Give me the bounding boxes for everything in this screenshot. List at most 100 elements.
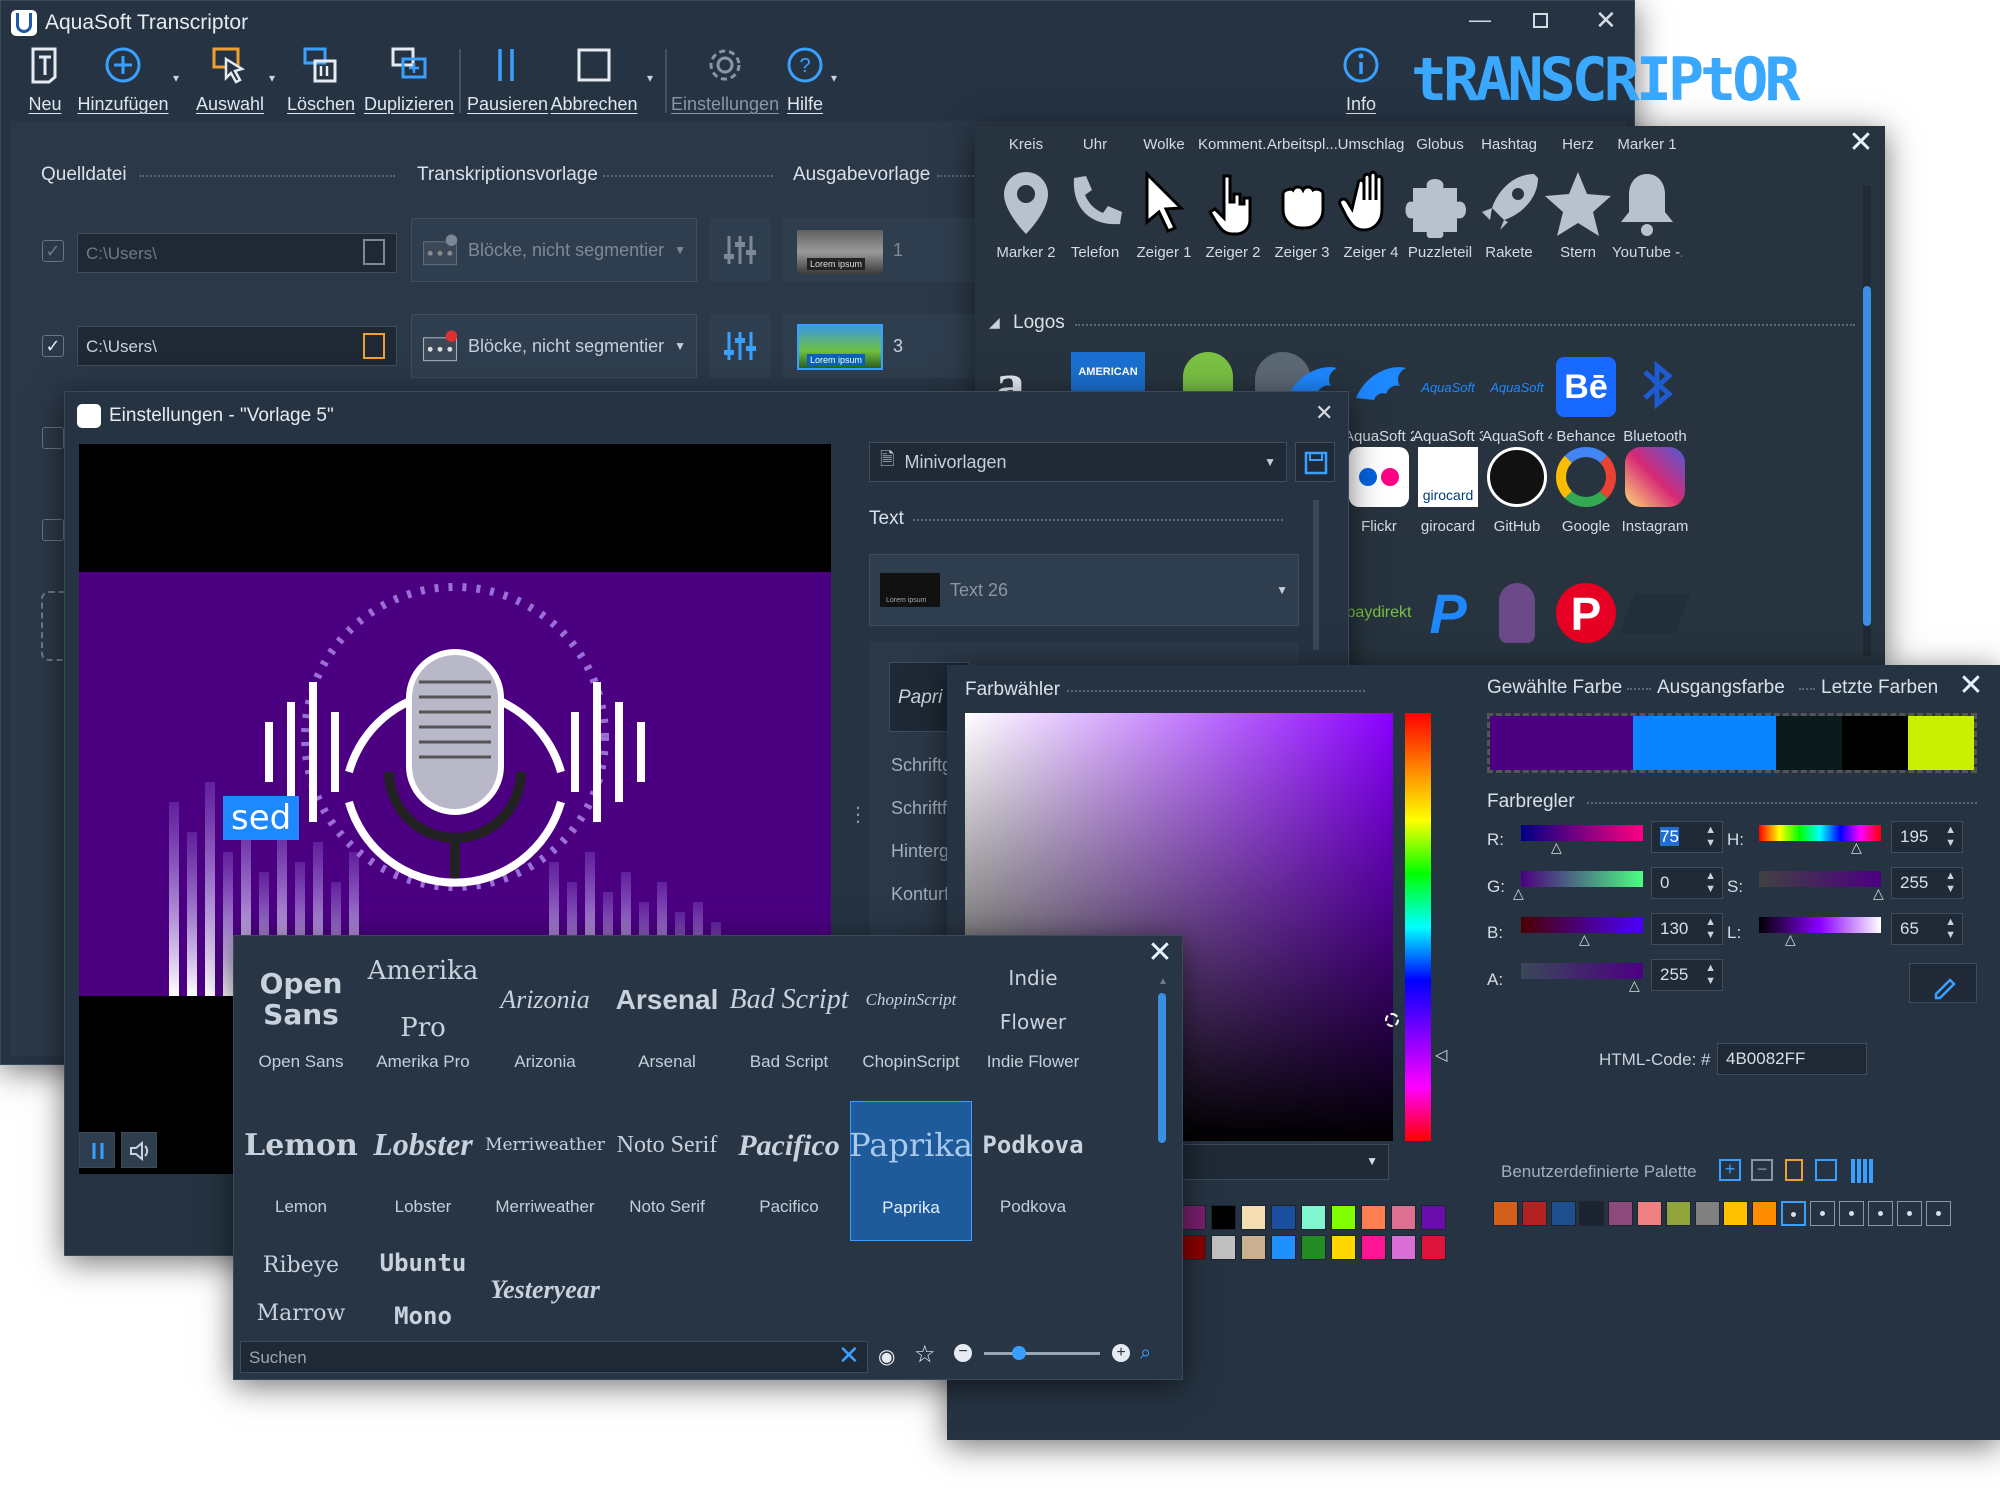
empty-palette-slot[interactable] [1897,1201,1922,1226]
scrollbar-track[interactable]: ▲ [1158,976,1168,1316]
zoom-search-icon[interactable]: ⌕ [1140,1342,1151,1365]
empty-palette-slot[interactable] [1839,1201,1864,1226]
palette-swatch[interactable] [1752,1201,1778,1226]
close-color-panel-button[interactable]: ✕ [1957,671,1985,701]
logo-item[interactable]: AquaSoft AquaSoft 3 [1413,352,1483,446]
font-option[interactable]: Amerika Pro Amerika Pro [362,956,484,1096]
font-option[interactable]: Arsenal Arsenal [606,956,728,1096]
icon-label-top[interactable]: Herz [1543,136,1613,153]
scrollbar-track[interactable] [1863,186,1871,656]
slider-thumb[interactable]: △ [1873,885,1884,902]
palette-swatch[interactable] [1271,1235,1296,1260]
save-button[interactable] [1295,442,1335,482]
slider-thumb[interactable]: △ [1629,977,1640,994]
palette-swatch[interactable] [1694,1201,1720,1226]
font-search-input[interactable]: Suchen [240,1341,868,1373]
lightness-input[interactable]: 65 ▲ ▼ [1891,913,1963,945]
font-option[interactable]: Open Sans Open Sans [240,956,362,1096]
minimize-button[interactable]: — [1469,7,1491,33]
palette-swatch[interactable] [1637,1201,1662,1226]
font-option[interactable]: Indie Flower Indie Flower [972,956,1094,1096]
hue-strip[interactable] [1405,713,1431,1141]
font-option[interactable]: Podkova Podkova [972,1101,1094,1241]
recent-color-swatch[interactable] [1776,716,1842,770]
icon-item[interactable]: Stern [1543,168,1613,261]
blue-input[interactable]: 130 ▲ ▼ [1651,913,1723,945]
alpha-slider[interactable] [1521,963,1643,979]
output-template-1[interactable]: Lorem ipsum 1 [783,218,983,282]
favorite-star-icon[interactable]: ☆ [914,1340,936,1369]
icon-label-top[interactable]: Wolke [1129,136,1199,153]
template-settings-button[interactable] [709,218,771,282]
text-style-dropdown[interactable]: Lorem ipsum Text 26 ▼ [869,554,1299,626]
settings-button[interactable]: Einstellungen [671,45,779,115]
slider-thumb[interactable]: △ [1785,931,1796,948]
zoom-slider[interactable] [984,1346,1100,1360]
select-button[interactable]: Auswahl [191,45,269,115]
empty-palette-slot[interactable] [1810,1201,1835,1226]
android-logo-icon[interactable] [1183,352,1233,392]
palette-swatch[interactable] [1521,1201,1547,1226]
select-dropdown-icon[interactable]: ▾ [269,71,275,85]
palette-swatch[interactable] [1181,1235,1206,1260]
hue-marker[interactable]: ◁ [1435,1045,1447,1065]
icon-label-top[interactable]: Globus [1405,136,1475,153]
lightness-slider[interactable] [1759,917,1881,933]
source-path-field[interactable]: C:\Users\ [77,326,397,366]
html-code-input[interactable]: 4B0082FF [1717,1043,1867,1075]
template-settings-button[interactable] [709,314,771,378]
palette-swatch[interactable] [1723,1201,1749,1226]
scrollbar-thumb[interactable] [1863,286,1871,626]
icon-item[interactable]: Zeiger 3 [1267,168,1337,261]
source-path-field[interactable]: C:\Users\ [77,233,397,273]
slider-thumb[interactable]: △ [1579,931,1590,948]
recent-color-swatch[interactable] [1908,716,1974,770]
font-option[interactable]: Noto Serif Noto Serif [606,1101,728,1241]
logo-item[interactable]: Google [1551,442,1621,535]
palette-swatch[interactable] [1550,1201,1576,1226]
empty-palette-slot[interactable] [1781,1201,1806,1226]
delete-button[interactable]: Löschen [287,45,355,115]
font-option[interactable]: Pacifico Pacifico [728,1101,850,1241]
zoom-in-button[interactable]: + [1112,1344,1130,1362]
slider-thumb[interactable]: △ [1851,839,1862,856]
info-button[interactable]: Info [1339,45,1383,115]
open-file-icon[interactable] [363,239,385,265]
pause-preview-button[interactable] [79,1132,115,1168]
close-panel-button[interactable]: ✕ [1847,128,1875,158]
logo-item[interactable]: girocard girocard [1413,442,1483,535]
logo-item[interactable]: Bluetooth [1620,352,1690,445]
new-button[interactable]: Neu [23,45,67,115]
alpha-input[interactable]: 255 ▲ ▼ [1651,959,1723,991]
palette-remove-button[interactable]: − [1751,1159,1773,1181]
palette-swatch[interactable] [1421,1205,1446,1230]
icon-item[interactable]: Puzzleteil [1405,168,1475,261]
logo-item[interactable]: AquaSoft AquaSoft 4 [1482,352,1552,446]
palette-swatch[interactable] [1181,1205,1206,1230]
saturation-input[interactable]: 255 ▲ ▼ [1891,867,1963,899]
empty-palette-slot[interactable] [1868,1201,1893,1226]
icon-item[interactable]: Rakete [1474,168,1544,261]
palette-swatch[interactable] [1361,1235,1386,1260]
palette-swatch[interactable] [1391,1235,1416,1260]
green-slider[interactable] [1521,871,1643,887]
logo-item[interactable]: P [1413,578,1483,658]
palette-swatch[interactable] [1391,1205,1416,1230]
scrollbar-thumb[interactable] [1158,993,1166,1143]
splitter-handle[interactable]: ⋮ [848,802,868,827]
amex-logo-icon[interactable]: AMERICAN [1071,352,1145,392]
slider-thumb[interactable]: △ [1513,885,1524,902]
palette-swatch[interactable] [1241,1205,1266,1230]
font-option[interactable]: Paprika Paprika [849,1101,973,1241]
template-dropdown[interactable]: Blöcke, nicht segmentier ▼ [411,218,697,282]
font-option[interactable]: Arizonia Arizonia [484,956,606,1096]
icon-item[interactable]: YouTube -... [1612,168,1682,261]
open-file-icon[interactable] [363,333,385,359]
help-button[interactable]: ? Hilfe [783,45,827,115]
collapse-triangle-icon[interactable]: ◢ [989,314,1000,331]
palette-swatch[interactable] [1331,1205,1356,1230]
icon-item[interactable]: Zeiger 4 [1336,168,1406,261]
color-cursor[interactable] [1385,1013,1399,1027]
palette-add-button[interactable]: + [1719,1159,1741,1181]
slider-thumb[interactable]: △ [1551,839,1562,856]
